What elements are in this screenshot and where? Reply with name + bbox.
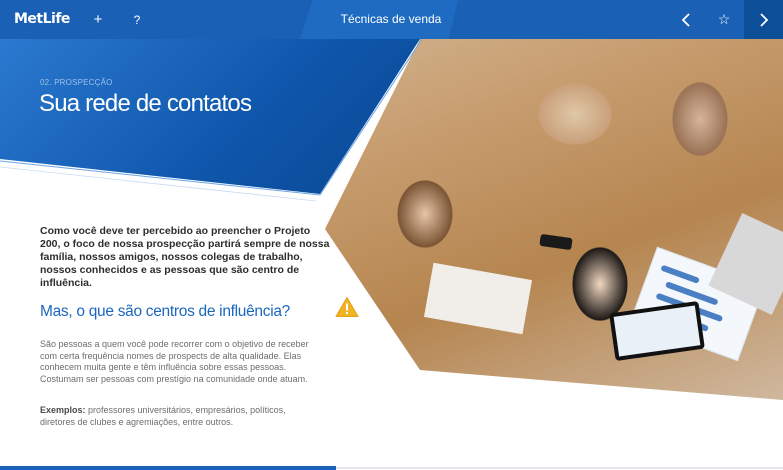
app-title: Técnicas de venda bbox=[340, 12, 442, 26]
page-title: Sua rede de contatos bbox=[39, 90, 252, 117]
section-label: 02. PROSPECÇÃO bbox=[40, 78, 113, 87]
examples-paragraph: Exemplos: professores universitários, em… bbox=[40, 405, 315, 428]
examples-label: Exemplos: bbox=[40, 405, 86, 415]
tablet-device bbox=[609, 300, 705, 362]
top-bar: MetLife + ? Técnicas de venda ☆ bbox=[0, 0, 783, 39]
back-button[interactable] bbox=[671, 0, 701, 39]
intro-text: Como você deve ter percebido ao preenche… bbox=[40, 225, 330, 289]
metlife-logo: MetLife bbox=[14, 11, 70, 27]
chevron-right-icon bbox=[759, 12, 768, 27]
progress-bar bbox=[0, 466, 336, 470]
notebook bbox=[423, 262, 533, 335]
warning-icon[interactable] bbox=[335, 296, 359, 318]
definition-paragraph: São pessoas a quem você pode recorrer co… bbox=[40, 339, 309, 384]
plus-icon[interactable]: + bbox=[83, 0, 113, 39]
progress-track bbox=[336, 467, 783, 469]
next-button[interactable] bbox=[744, 0, 783, 39]
favorite-button[interactable]: ☆ bbox=[709, 0, 739, 39]
question-heading: Mas, o que são centros de influência? bbox=[40, 303, 290, 320]
chevron-left-icon bbox=[681, 12, 690, 27]
help-icon[interactable]: ? bbox=[122, 0, 152, 39]
phone-device bbox=[539, 233, 573, 251]
